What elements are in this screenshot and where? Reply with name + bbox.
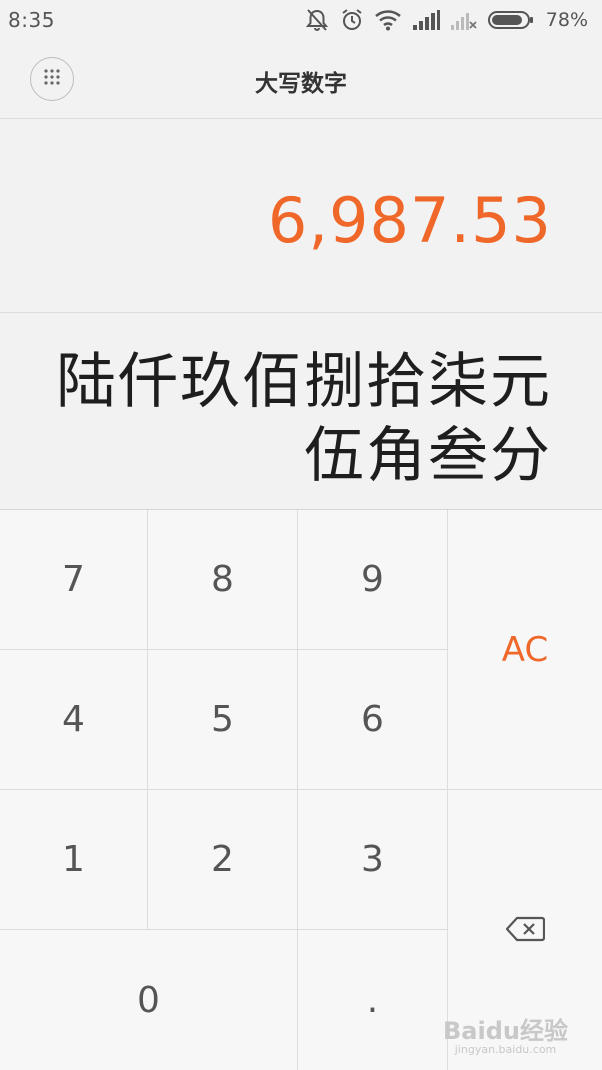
key-4[interactable]: 4 [0, 650, 148, 790]
key-9[interactable]: 9 [298, 510, 448, 650]
key-dot[interactable]: . [298, 930, 448, 1070]
result-line-2: 伍角叁分 [304, 421, 552, 491]
keypad: 7 8 9 4 5 6 1 2 3 0 . AC Baidu经验 jingyan… [0, 509, 602, 1070]
input-number: 6,987.53 [267, 184, 552, 257]
key-7[interactable]: 7 [0, 510, 148, 650]
status-bar: 8:35 78% [0, 0, 602, 40]
status-time: 8:35 [8, 8, 55, 32]
key-1[interactable]: 1 [0, 790, 148, 930]
key-3[interactable]: 3 [298, 790, 448, 930]
status-icons: 78% [304, 6, 588, 34]
battery-icon [487, 10, 534, 30]
no-signal-icon [450, 10, 478, 30]
key-5[interactable]: 5 [148, 650, 298, 790]
wifi-icon [374, 9, 402, 31]
number-display: 6,987.53 [0, 119, 602, 313]
signal-icon [412, 10, 440, 30]
result-line-1: 陆仟玖佰捌拾柒元 [56, 347, 552, 417]
page-title: 大写数字 [255, 71, 347, 97]
key-2[interactable]: 2 [148, 790, 298, 930]
key-0[interactable]: 0 [0, 930, 298, 1070]
mute-icon [304, 8, 330, 32]
key-8[interactable]: 8 [148, 510, 298, 650]
key-6[interactable]: 6 [298, 650, 448, 790]
watermark-url: jingyan.baidu.com [454, 1043, 557, 1056]
watermark-brand: Baidu经验 [443, 1017, 568, 1045]
result-text: 陆仟玖佰捌拾柒元 伍角叁分 [52, 345, 552, 493]
battery-percent: 78% [545, 9, 588, 31]
alarm-icon [340, 8, 364, 32]
backspace-icon [505, 910, 546, 951]
app-header: 大写数字 [0, 40, 602, 119]
clear-button[interactable]: AC [448, 510, 602, 790]
calculator-screen: 8:35 78% 大写数字 6,987.53 陆仟玖佰捌拾柒元 伍角叁分 7 8… [0, 0, 602, 1070]
baidu-watermark: Baidu经验 jingyan.baidu.com [443, 1019, 568, 1057]
result-display: 陆仟玖佰捌拾柒元 伍角叁分 [0, 313, 602, 509]
